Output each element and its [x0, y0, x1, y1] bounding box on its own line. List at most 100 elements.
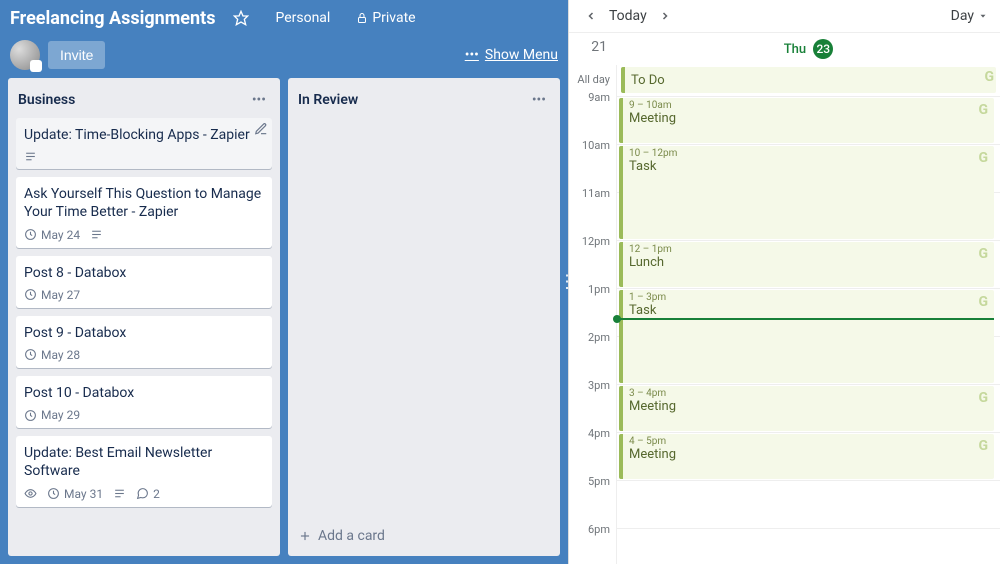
comments-badge: 2: [136, 487, 160, 501]
list-title[interactable]: Business: [18, 92, 248, 108]
hour-label: 2pm: [569, 331, 616, 379]
card[interactable]: Ask Yourself This Question to Manage You…: [16, 177, 272, 247]
hour-label: 10am: [569, 139, 616, 187]
chevron-down-icon: [978, 11, 988, 21]
card[interactable]: Post 8 - Databox May 27: [16, 256, 272, 308]
lock-icon: [356, 12, 368, 24]
visibility-level[interactable]: Private: [348, 6, 423, 30]
board-title[interactable]: Freelancing Assignments: [10, 8, 215, 29]
card-badges: May 28: [24, 348, 264, 362]
event-time: 10 – 12pm: [629, 148, 988, 159]
show-menu-button[interactable]: ••• Show Menu: [465, 47, 558, 63]
card-badges: May 31 2: [24, 487, 264, 501]
due-badge: May 27: [24, 288, 80, 302]
event-title: Task: [629, 303, 988, 318]
list-title[interactable]: In Review: [298, 92, 528, 108]
date-number: 21: [569, 33, 617, 65]
hour-label: 6pm: [569, 523, 616, 564]
card[interactable]: Post 9 - Databox May 28: [16, 316, 272, 368]
hour-column: All day 9am10am11am12pm1pm2pm3pm4pm5pm6p…: [569, 65, 617, 564]
due-badge: May 31: [47, 487, 103, 501]
view-select-label: Day: [951, 8, 974, 24]
plus-icon: [298, 529, 312, 543]
card-title: Update: Best Email Newsletter Software: [24, 444, 264, 480]
next-button[interactable]: [655, 6, 675, 26]
board-lists: Business•••Update: Time-Blocking Apps - …: [0, 78, 568, 564]
view-select[interactable]: Day: [951, 8, 988, 24]
calendar-day-header: 21 Thu 23: [569, 33, 1000, 65]
allday-row: To Do G: [617, 65, 1000, 97]
today-button[interactable]: Today: [609, 8, 647, 24]
visibility-group[interactable]: Personal: [267, 6, 338, 30]
calendar-body: All day 9am10am11am12pm1pm2pm3pm4pm5pm6p…: [569, 65, 1000, 564]
hour-label: 5pm: [569, 475, 616, 523]
hour-label: 12pm: [569, 235, 616, 283]
calendar-event[interactable]: 1 – 3pmTaskG: [619, 290, 994, 383]
trello-panel: Freelancing Assignments Personal Private…: [0, 0, 568, 564]
card-title: Post 8 - Databox: [24, 264, 264, 282]
description-icon: [113, 487, 126, 500]
card[interactable]: Update: Best Email Newsletter Software Ma…: [16, 436, 272, 506]
due-badge: May 29: [24, 408, 80, 422]
calendar-header: Today Day: [569, 0, 1000, 33]
pencil-icon[interactable]: [254, 122, 268, 136]
add-card-label: Add a card: [318, 528, 385, 544]
google-icon: G: [978, 246, 988, 262]
dots-icon: •••: [465, 47, 479, 63]
list-header: In Review•••: [288, 78, 560, 118]
calendar-event[interactable]: 9 – 10amMeetingG: [619, 98, 994, 143]
google-icon: G: [978, 102, 988, 118]
calendar-panel: Today Day 21 Thu 23 All day 9am10am11am1…: [568, 0, 1000, 564]
list-menu-button[interactable]: •••: [248, 88, 270, 112]
card-badges: May 24: [24, 228, 264, 242]
description-icon: [24, 150, 37, 163]
list-header: Business•••: [8, 78, 280, 118]
hour-slot[interactable]: [617, 529, 1000, 564]
hour-label: 1pm: [569, 283, 616, 331]
card[interactable]: Update: Time-Blocking Apps - Zapier: [16, 118, 272, 169]
event-title: Meeting: [629, 111, 988, 126]
google-icon: G: [978, 438, 988, 454]
calendar-event[interactable]: 4 – 5pmMeetingG: [619, 434, 994, 479]
calendar-event[interactable]: 3 – 4pmMeetingG: [619, 386, 994, 431]
add-card-button[interactable]: Add a card: [288, 520, 560, 556]
google-icon: G: [984, 69, 994, 85]
event-title: Meeting: [629, 399, 988, 414]
prev-button[interactable]: [581, 6, 601, 26]
card-badges: May 29: [24, 408, 264, 422]
visibility-level-label: Private: [372, 10, 415, 26]
calendar-event[interactable]: 12 – 1pmLunchG: [619, 242, 994, 287]
hour-label: 4pm: [569, 427, 616, 475]
star-icon[interactable]: [225, 6, 257, 30]
allday-event[interactable]: To Do G: [621, 67, 996, 93]
event-title: Task: [629, 159, 988, 174]
event-title: Lunch: [629, 255, 988, 270]
hour-label: 9am: [569, 91, 616, 139]
now-indicator: [617, 318, 994, 320]
day-label: Thu 23: [617, 33, 1000, 65]
calendar-event[interactable]: 10 – 12pmTaskG: [619, 146, 994, 239]
card[interactable]: Post 10 - Databox May 29: [16, 376, 272, 428]
list-menu-button[interactable]: •••: [528, 88, 550, 112]
google-icon: G: [978, 150, 988, 166]
board-header: Freelancing Assignments Personal Private: [0, 0, 568, 36]
card-title: Post 10 - Databox: [24, 384, 264, 402]
hour-label: 11am: [569, 187, 616, 235]
hour-slot[interactable]: [617, 481, 1000, 529]
show-menu-label: Show Menu: [485, 47, 558, 63]
event-title: Meeting: [629, 447, 988, 462]
watch-icon: [24, 487, 37, 500]
google-icon: G: [978, 390, 988, 406]
event-column[interactable]: To Do G 9 – 10amMeetingG10 – 12pmTaskG12…: [617, 65, 1000, 564]
cards-container: Update: Time-Blocking Apps - Zapier Ask Y…: [8, 118, 280, 556]
invite-button[interactable]: Invite: [48, 41, 105, 69]
event-time: 3 – 4pm: [629, 388, 988, 399]
avatar[interactable]: [10, 40, 40, 70]
card-title: Post 9 - Databox: [24, 324, 264, 342]
board-subheader: Invite ••• Show Menu: [0, 36, 568, 78]
due-badge: May 24: [24, 228, 80, 242]
list: In Review••• Add a card: [288, 78, 560, 556]
event-time: 1 – 3pm: [629, 292, 988, 303]
list: Business•••Update: Time-Blocking Apps - …: [8, 78, 280, 556]
google-icon: G: [978, 294, 988, 310]
